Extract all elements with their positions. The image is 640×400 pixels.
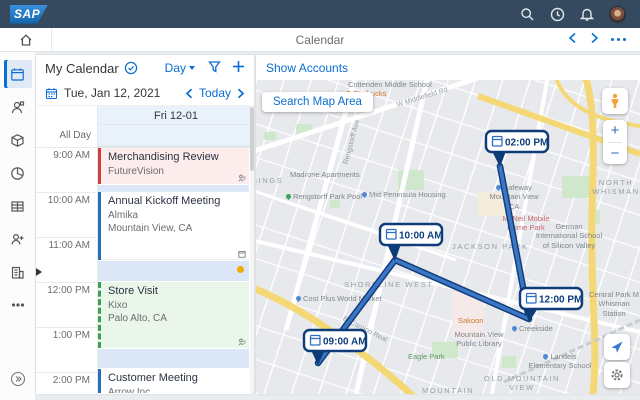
scrollbar-thumb[interactable] [250, 107, 254, 171]
map-pin-0900am[interactable]: 09:00 AM [304, 330, 367, 365]
next-day-icon[interactable] [237, 88, 245, 99]
map-pin-1200pm[interactable]: 12:00 PM [520, 288, 582, 322]
my-location-button[interactable] [604, 334, 630, 360]
visit-icon [238, 338, 246, 346]
calendar-panel: My Calendar Day Tue, Jan 12, 2021 Today [36, 55, 254, 394]
sidebar-item-table[interactable] [4, 192, 32, 220]
map-panel: Show Accounts [256, 55, 640, 394]
user-avatar[interactable] [604, 1, 630, 27]
travel-time-strip [98, 185, 249, 192]
all-day-label: All Day [36, 125, 97, 147]
clock-icon[interactable] [544, 1, 570, 27]
time-label: 12:00 PM [36, 285, 90, 296]
event-title: Customer Meeting [108, 372, 243, 386]
sidebar-overflow-icon[interactable] [4, 291, 32, 319]
show-accounts-link[interactable]: Show Accounts [266, 61, 348, 75]
previous-day-icon[interactable] [185, 88, 193, 99]
today-button[interactable]: Today [199, 86, 231, 100]
event-title: Merchandising Review [108, 151, 243, 165]
event-annual-kickoff-meeting[interactable]: Annual Kickoff Meeting Almika Mountain V… [98, 192, 249, 260]
event-customer-meeting[interactable]: Customer Meeting Arrow Inc [98, 369, 249, 393]
event-title: Annual Kickoff Meeting [108, 195, 243, 209]
event-store-visit[interactable]: Store Visit Kixo Palo Alto, CA [98, 282, 249, 348]
event-company: Kixo [108, 299, 243, 312]
avatar-image [609, 6, 626, 23]
calendar-grid[interactable]: 9:00 AM 10:00 AM 11:00 AM 12:00 PM 1:00 … [36, 147, 254, 394]
view-selector-dropdown[interactable]: Day [165, 61, 195, 75]
zoom-out-button[interactable]: − [603, 143, 627, 165]
all-day-row: All Day [36, 125, 254, 147]
event-company: Arrow Inc [108, 386, 243, 393]
travel-time-strip [98, 261, 249, 281]
event-merchandising-review[interactable]: Merchandising Review FutureVision [98, 148, 249, 184]
appointment-icon [238, 250, 246, 258]
map-pin-0200pm[interactable]: 02:00 PM [486, 131, 548, 167]
calendar-scrollbar[interactable] [250, 105, 254, 394]
sidebar-item-calendar[interactable] [4, 60, 32, 88]
forward-chevron-icon[interactable] [587, 32, 603, 47]
map-header: Show Accounts [256, 55, 640, 80]
sidebar-item-products[interactable] [4, 126, 32, 154]
home-button[interactable] [0, 28, 52, 51]
shell-bar: SAP [0, 0, 640, 28]
day-column: Merchandising Review FutureVision Annual… [97, 147, 250, 394]
app-header: Calendar [0, 28, 640, 52]
travel-time-strip [98, 349, 249, 368]
event-company: FutureVision [108, 165, 243, 178]
pin-time-label: 09:00 AM [323, 337, 367, 348]
customer-icon [238, 174, 246, 182]
calendar-date-bar: Tue, Jan 12, 2021 Today [36, 81, 254, 105]
notifications-bell-icon[interactable] [574, 1, 600, 27]
map-canvas[interactable]: Crittenden Middle School Starbucks W Mid… [256, 80, 640, 394]
map-zoom-control: + − [603, 120, 627, 164]
day-column-header[interactable]: Fri 12-01 [97, 106, 254, 125]
filter-icon[interactable] [208, 60, 221, 76]
calendar-header: My Calendar Day [36, 55, 254, 81]
event-location: Mountain View, CA [108, 222, 243, 235]
check-circle-icon[interactable] [124, 61, 138, 75]
pin-time-label: 10:00 AM [399, 231, 443, 242]
event-company: Almika [108, 209, 243, 222]
time-label: 2:00 PM [36, 375, 90, 386]
map-settings-gear-icon[interactable] [604, 362, 630, 388]
overflow-menu-icon[interactable] [609, 34, 629, 46]
time-label: 9:00 AM [36, 150, 90, 161]
street-view-pegman-icon[interactable] [602, 88, 628, 114]
event-title: Store Visit [108, 285, 243, 299]
all-day-cell[interactable] [97, 125, 254, 147]
view-selector-value: Day [165, 61, 186, 75]
sidebar-item-accounts[interactable] [4, 225, 32, 253]
pin-time-label: 02:00 PM [505, 138, 548, 149]
back-chevron-icon[interactable] [565, 32, 581, 47]
sidebar-item-analytics[interactable] [4, 159, 32, 187]
chevron-down-icon [189, 66, 195, 70]
pin-time-label: 12:00 PM [539, 295, 582, 306]
date-picker-icon[interactable] [45, 87, 58, 100]
sidebar [0, 52, 36, 400]
day-column-header-row: Fri 12-01 [36, 105, 254, 125]
sidebar-item-company[interactable] [4, 258, 32, 286]
selected-date[interactable]: Tue, Jan 12, 2021 [64, 86, 160, 100]
zoom-in-button[interactable]: + [603, 120, 627, 142]
current-time-indicator [36, 268, 42, 276]
page-title: Calendar [0, 33, 640, 47]
map-pin-1000am[interactable]: 10:00 AM [380, 224, 443, 261]
sap-logo[interactable]: SAP [10, 5, 48, 24]
map-route-layer: 02:00 PM 10:00 AM 12:00 PM [256, 80, 640, 394]
nav-actions [565, 32, 640, 47]
add-appointment-icon[interactable] [232, 60, 245, 76]
search-icon[interactable] [514, 1, 540, 27]
search-map-area-button[interactable]: Search Map Area [262, 92, 373, 112]
warning-dot [237, 266, 244, 273]
event-location: Palo Alto, CA [108, 312, 243, 325]
time-label: 1:00 PM [36, 330, 90, 341]
calendar-title: My Calendar [45, 61, 119, 76]
sidebar-expand-icon[interactable] [10, 371, 26, 390]
time-label: 10:00 AM [36, 195, 90, 206]
sidebar-item-contacts[interactable] [4, 93, 32, 121]
content-area: My Calendar Day Tue, Jan 12, 2021 Today [0, 52, 640, 400]
time-label: 11:00 AM [36, 240, 90, 251]
